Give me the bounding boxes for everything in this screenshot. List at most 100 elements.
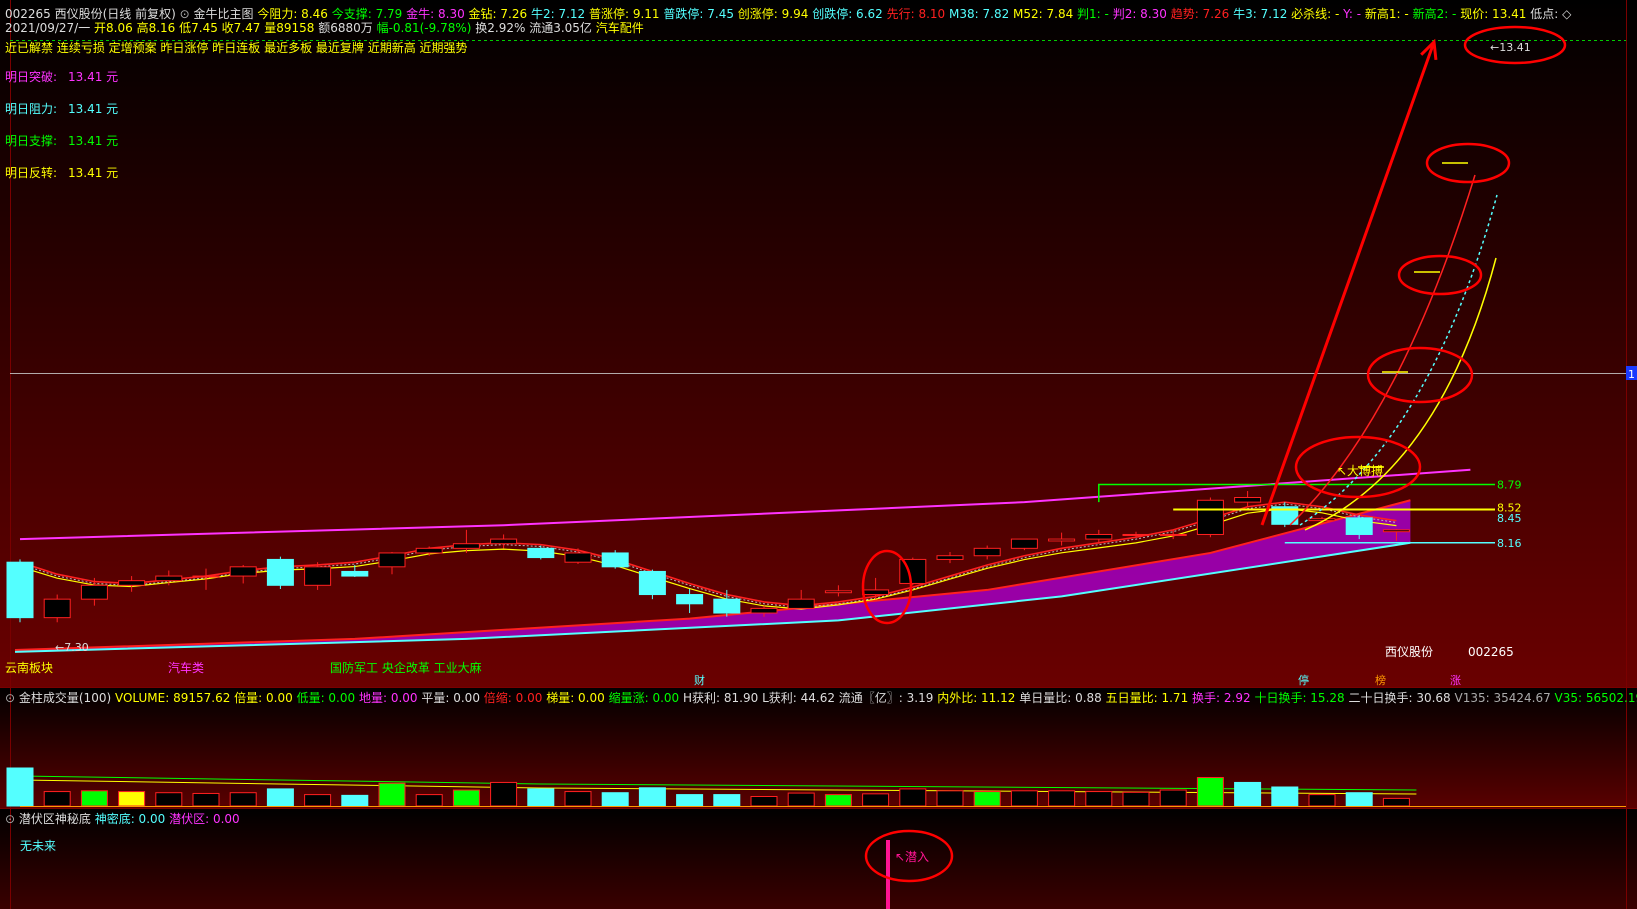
volume-bar: [341, 794, 369, 807]
volume-header-item: ⊙: [5, 691, 19, 705]
title-bar-item: 趋势: 7.26: [1171, 7, 1233, 21]
volume-bar: [1234, 781, 1262, 807]
info-line-item: 量89158: [264, 21, 318, 35]
volume-header-item: 流通〖亿〗: 3.19: [839, 690, 937, 705]
volume-header-item: VOLUME: 89157.62: [115, 691, 234, 705]
volume-header-item: 地量: 0.00: [359, 691, 421, 705]
level-label: 明日阻力:: [5, 102, 57, 116]
sector-tag[interactable]: 云南板块: [5, 660, 53, 675]
candle-body: [1345, 517, 1373, 535]
info-line-item: 流通3.05亿: [529, 20, 596, 35]
candle-body: [415, 547, 443, 554]
stock-code-label: 002265: [1468, 645, 1514, 659]
title-bar-item: 判2: 8.30: [1113, 7, 1171, 21]
level-value: 13.41 元: [68, 70, 118, 84]
main-panel-bg: [0, 0, 1637, 687]
volume-bar: [713, 794, 741, 807]
volume-bar: [1159, 789, 1187, 807]
volume-header-item: 五日量比: 1.71: [1106, 691, 1192, 705]
top-price-label: ←13.41: [1490, 41, 1531, 54]
volume-bar: [1122, 791, 1150, 807]
volume-header-item: 缩量涨: 0.00: [609, 690, 683, 705]
ohlc-info-line: 2021/09/27/一 开8.06 高8.16 低7.45 收7.47 量89…: [5, 20, 644, 35]
title-bar-item: 新高2: -: [1413, 6, 1461, 21]
chart-window: 002265 西仪股份(日线 前复权) ⊙ 金牛比主图 今阻力: 8.46 今支…: [0, 0, 1637, 909]
info-line-item: 额6880万: [318, 21, 376, 35]
candle-body: [638, 570, 666, 596]
candle-body: [452, 543, 480, 549]
title-bar-item: 现价: 13.41: [1460, 7, 1530, 21]
info-line-item: 开8.06: [94, 21, 137, 35]
candle-body: [564, 552, 592, 563]
volume-bar: [118, 791, 146, 807]
candle-body: [1196, 499, 1224, 535]
info-line-item: 收7.47: [222, 21, 265, 35]
candle-body: [490, 538, 518, 545]
candle-body: [304, 566, 332, 586]
candle-body: [229, 566, 257, 577]
volume-bar: [824, 794, 852, 807]
entry-signal-bar: [886, 840, 890, 909]
volume-bar: [452, 789, 480, 807]
info-line-item: 高8.16: [137, 20, 180, 35]
volume-panel-header: ⊙ 金柱成交量(100) VOLUME: 89157.62 倍量: 0.00 低…: [5, 690, 1637, 705]
title-bar-item: 低点: ◇: [1530, 7, 1572, 21]
title-bar-item: 金钻: 7.26: [469, 6, 531, 21]
volume-header-item: 二十日换手: 30.68: [1348, 691, 1454, 705]
info-line-item: 汽车配件: [596, 20, 644, 35]
event-marker: 榜: [1375, 673, 1386, 687]
title-bar-item: 必杀线: -: [1291, 6, 1343, 21]
sector-tag[interactable]: 汽车类: [168, 660, 204, 675]
volume-header-item: 十日换手: 15.28: [1254, 691, 1348, 705]
stock-chart-svg[interactable]: 002265 西仪股份(日线 前复权) ⊙ 金牛比主图 今阻力: 8.46 今支…: [0, 0, 1637, 909]
candle-body: [266, 558, 294, 586]
volume-bar: [973, 791, 1001, 807]
candle-body: [1085, 533, 1113, 540]
candle-body: [1122, 533, 1150, 536]
volume-bar: [229, 792, 257, 807]
sector-tag[interactable]: 国防军工 央企改革 工业大麻: [330, 660, 482, 675]
title-bar-item: 今支撑: 7.79: [332, 6, 406, 21]
right-level-label: 8.16: [1497, 537, 1522, 550]
candle-body: [1010, 538, 1038, 549]
volume-header-item: V35: 56502.19: [1555, 691, 1637, 705]
level-value: 13.41 元: [68, 102, 118, 116]
volume-bar: [527, 788, 555, 807]
candle-body: [378, 552, 406, 568]
volume-bar: [80, 790, 108, 807]
volume-bar: [6, 767, 34, 807]
volume-bar: [1196, 777, 1224, 807]
info-line-item: 幅-0.81(-9.78%): [377, 20, 476, 35]
candle-body: [341, 570, 369, 577]
volume-bar: [490, 781, 518, 807]
volume-header-item: 倍量: 0.00: [234, 690, 296, 705]
volume-bar: [1382, 797, 1410, 807]
event-marker: 涨: [1450, 674, 1461, 687]
title-bar-item: 先行: 8.10: [887, 7, 949, 21]
volume-bar: [1085, 791, 1113, 807]
volume-header-item: 内外比: 11.12: [937, 691, 1019, 705]
event-marker: 停: [1298, 673, 1309, 687]
title-bar: 002265 西仪股份(日线 前复权) ⊙ 金牛比主图 今阻力: 8.46 今支…: [5, 6, 1572, 21]
volume-bar: [155, 792, 183, 807]
volume-header-item: 低量: 0.00: [297, 691, 359, 705]
volume-bar: [1308, 794, 1336, 807]
bottom-header-item: 潜伏区: 0.00: [169, 812, 240, 826]
volume-bar: [378, 782, 406, 807]
volume-header-item: 倍缩: 0.00: [484, 690, 546, 705]
title-bar-item: 牛2: 7.12: [531, 6, 589, 21]
title-bar-item: 创涨停: 9.94: [738, 6, 812, 21]
volume-bar: [936, 790, 964, 807]
candle-body: [527, 547, 555, 559]
title-bar-item: 今阻力: 8.46: [257, 6, 331, 21]
info-line-item: 换2.92%: [475, 21, 529, 35]
event-marker: 财: [694, 673, 705, 687]
candle-body: [601, 552, 629, 568]
volume-bar: [1271, 786, 1299, 807]
volume-bar: [1048, 790, 1076, 807]
candle-body: [713, 598, 741, 614]
title-bar-item: M52: 7.84: [1013, 7, 1077, 21]
bottom-header-item: 潜伏区神秘底: [19, 811, 95, 826]
level-label: 明日突破:: [5, 69, 57, 84]
candle-body: [862, 589, 890, 596]
